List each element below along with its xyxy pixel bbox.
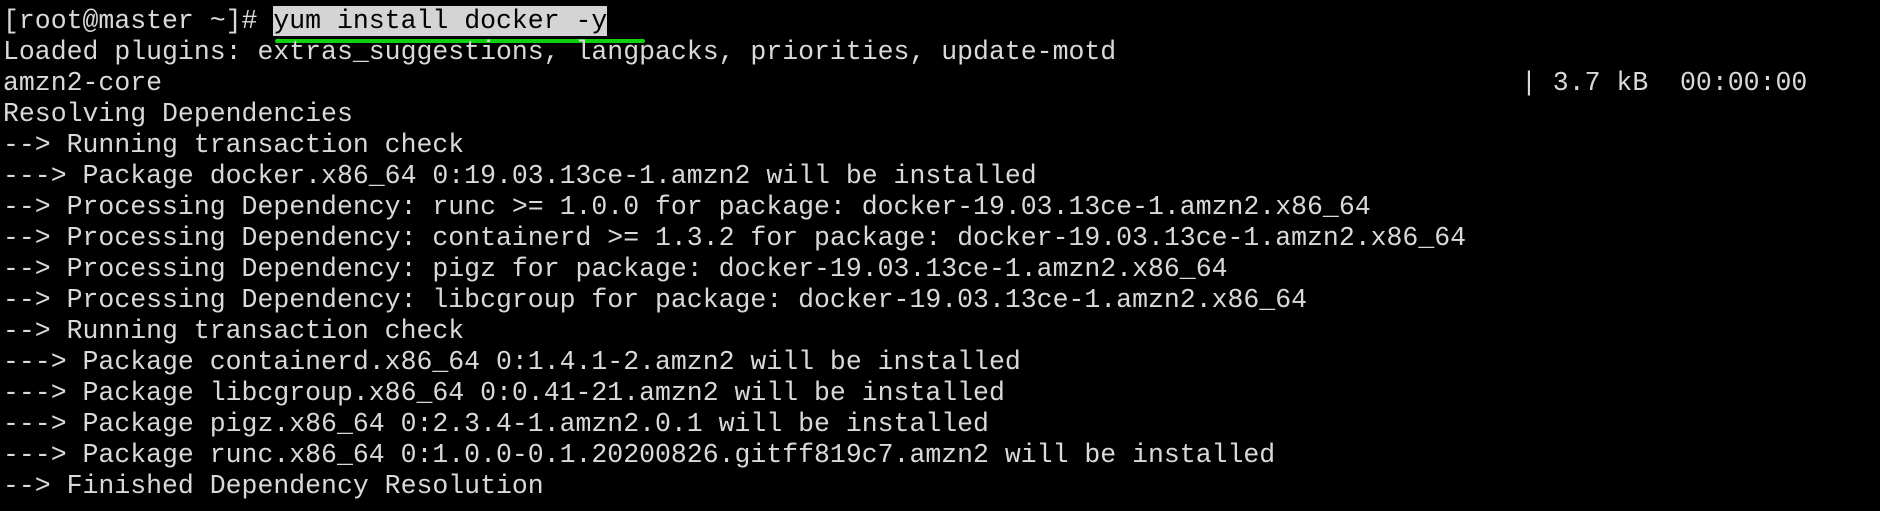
command-text: yum install docker -y [273, 6, 608, 36]
output-line: --> Processing Dependency: runc >= 1.0.0… [3, 192, 1371, 222]
output-line: ---> Package docker.x86_64 0:19.03.13ce-… [3, 161, 1037, 191]
output-line: --> Processing Dependency: containerd >=… [3, 223, 1467, 253]
repo-download-status: | 3.7 kB 00:00:00 [1521, 68, 1808, 98]
repo-name: amzn2-core [3, 68, 163, 98]
output-line-repo: amzn2-core | 3.7 kB 00:00:00 [3, 68, 1880, 99]
output-line: Resolving Dependencies [3, 99, 353, 129]
output-line: --> Finished Dependency Resolution [3, 471, 544, 501]
output-line: Loaded plugins: extras_suggestions, lang… [3, 37, 1117, 67]
shell-prompt: [root@master ~]# [3, 6, 274, 36]
output-line: ---> Package containerd.x86_64 0:1.4.1-2… [3, 347, 1021, 377]
output-line: --> Processing Dependency: pigz for pack… [3, 254, 1228, 284]
output-line: ---> Package libcgroup.x86_64 0:0.41-21.… [3, 378, 1005, 408]
output-line: ---> Package runc.x86_64 0:1.0.0-0.1.202… [3, 440, 1276, 470]
output-line: --> Processing Dependency: libcgroup for… [3, 285, 1308, 315]
output-line: --> Running transaction check [3, 130, 465, 160]
output-line: ---> Package pigz.x86_64 0:2.3.4-1.amzn2… [3, 409, 989, 439]
output-line: --> Running transaction check [3, 316, 465, 346]
terminal-window[interactable]: [root@master ~]# yum install docker -y L… [0, 0, 1880, 511]
prompt-line: [root@master ~]# yum install docker -y [3, 6, 1880, 43]
